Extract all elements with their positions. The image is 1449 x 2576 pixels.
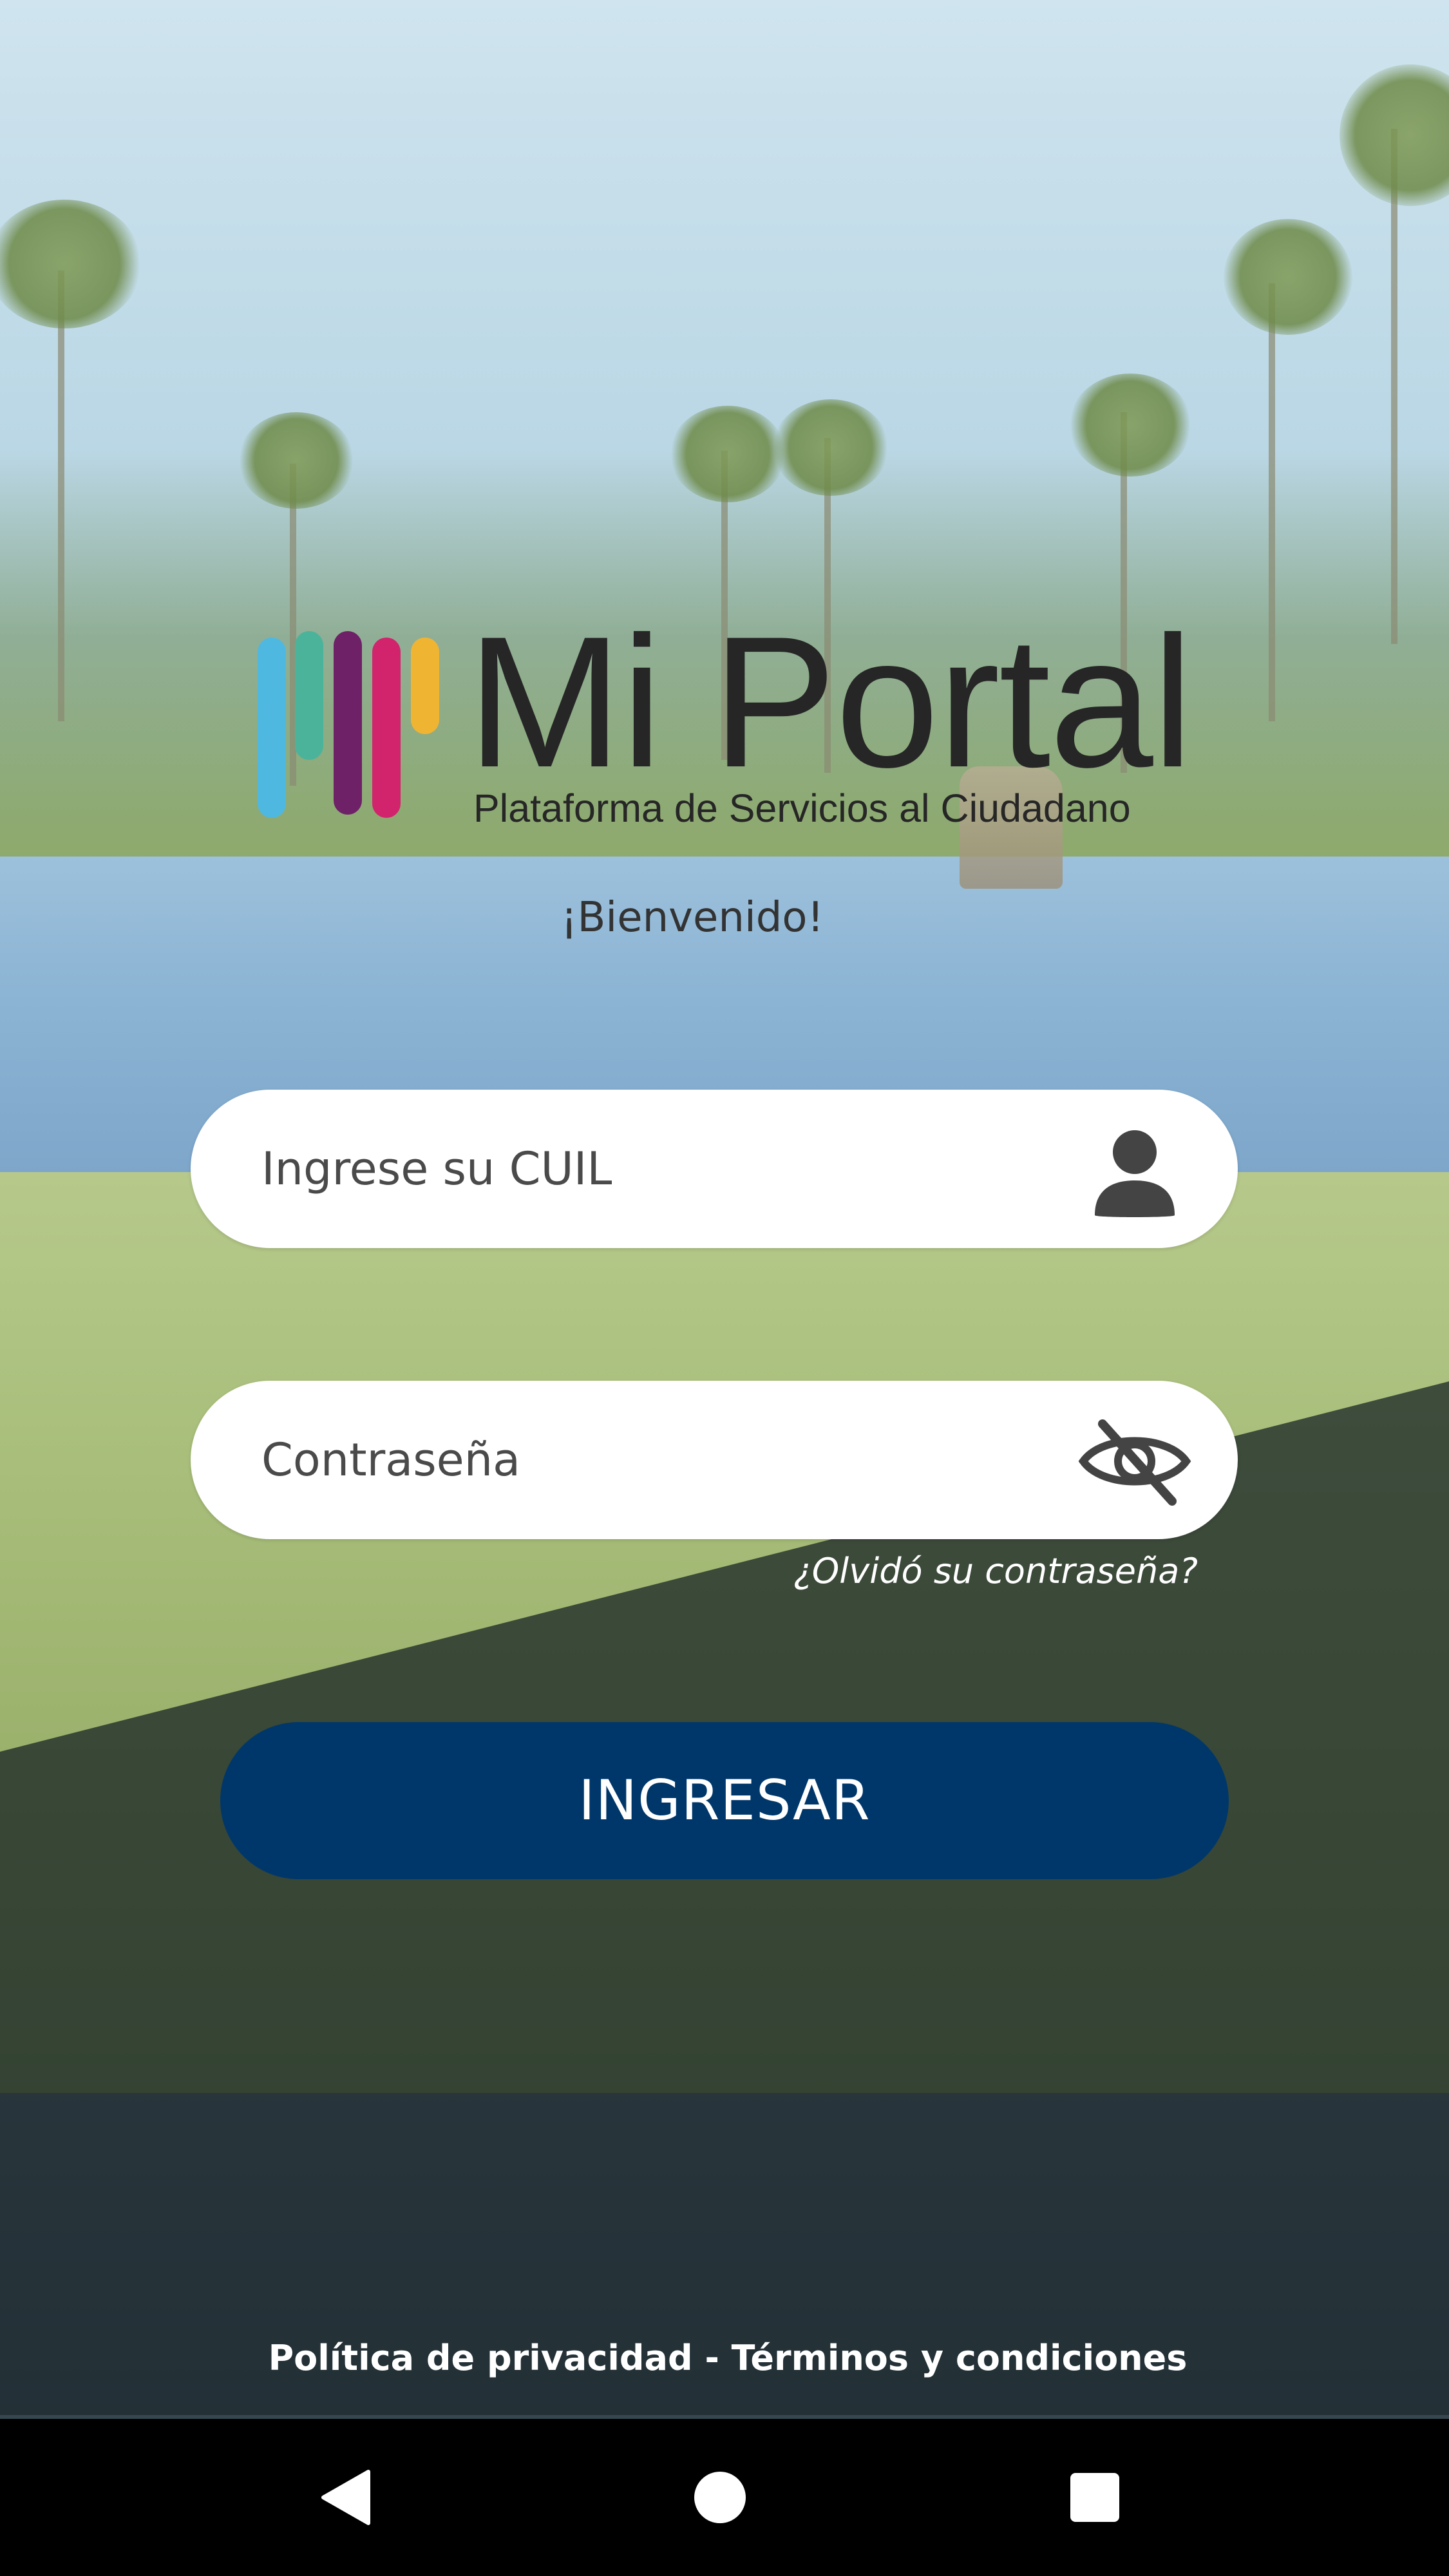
background-palm xyxy=(1391,129,1397,644)
brand-name: Mi Portal xyxy=(467,598,1193,806)
cuil-field[interactable] xyxy=(191,1090,1238,1248)
app-logo: Mi Portal Plataforma de Servicios al Ciu… xyxy=(258,605,1198,837)
forgot-password-link[interactable]: ¿Olvidó su contraseña? xyxy=(793,1551,1198,1591)
login-screen: Mi Portal Plataforma de Servicios al Ciu… xyxy=(0,0,1449,2576)
background-palm xyxy=(1269,283,1275,721)
logo-bar xyxy=(258,638,286,818)
background-palm xyxy=(1069,374,1191,477)
cuil-input[interactable] xyxy=(261,1090,1099,1248)
logo-bar xyxy=(295,631,323,760)
background-palm xyxy=(238,412,354,509)
background-palm xyxy=(58,270,64,721)
background-palm xyxy=(1224,219,1352,335)
terms-link[interactable]: Términos y condiciones xyxy=(732,2338,1188,2378)
home-circle-icon[interactable] xyxy=(688,2465,752,2530)
logo-bars-icon xyxy=(258,631,444,824)
background-palm xyxy=(773,399,889,496)
footer-separator: - xyxy=(692,2338,732,2378)
password-input[interactable] xyxy=(261,1381,1099,1539)
user-icon xyxy=(1095,1130,1175,1217)
login-button[interactable]: INGRESAR xyxy=(220,1722,1229,1879)
logo-bar xyxy=(372,638,401,818)
privacy-policy-link[interactable]: Política de privacidad xyxy=(269,2338,693,2378)
logo-bar xyxy=(411,638,439,734)
recents-square-icon[interactable] xyxy=(1063,2465,1127,2530)
eye-off-icon[interactable] xyxy=(1077,1410,1193,1513)
password-field[interactable] xyxy=(191,1381,1238,1539)
navigation-bar xyxy=(0,2419,1449,2576)
background-palm xyxy=(670,406,786,502)
welcome-text: ¡Bienvenido! xyxy=(560,894,824,942)
back-triangle-icon[interactable] xyxy=(314,2465,379,2530)
footer-links: Política de privacidad - Términos y cond… xyxy=(0,2338,1449,2378)
logo-bar xyxy=(334,631,362,815)
brand-tagline: Plataforma de Servicios al Ciudadano xyxy=(473,786,1131,830)
